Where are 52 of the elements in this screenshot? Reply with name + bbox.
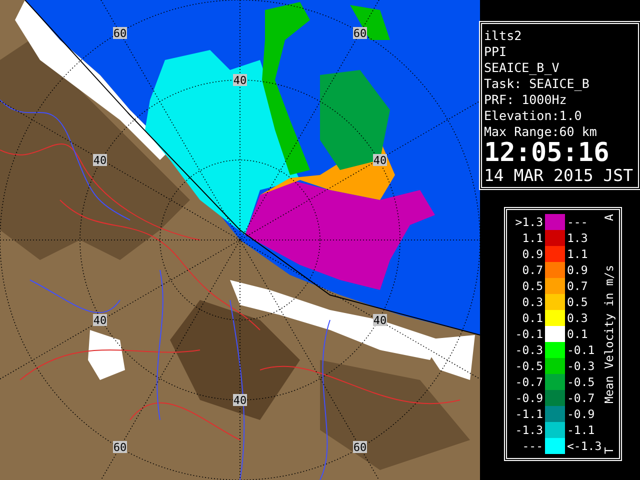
legend-value: -0.1 (514, 327, 544, 341)
legend-value: -1.3 (514, 423, 544, 437)
legend-value: 0.9 (566, 263, 589, 277)
range-label: 60 (113, 441, 127, 454)
info-line: SEAICE_B_V (484, 60, 560, 76)
range-label: 40 (93, 314, 107, 327)
range-label: 60 (353, 27, 367, 40)
legend-value: -0.9 (514, 391, 544, 405)
info-line: Max Range:60 km (484, 124, 598, 140)
legend-value: 1.1 (566, 247, 589, 261)
range-label: 40 (373, 314, 387, 327)
range-label: 60 (353, 441, 367, 454)
info-line: PPI (484, 44, 508, 60)
scan-time: 12:05:16 (484, 140, 610, 166)
legend-value: 1.1 (521, 231, 544, 245)
info-line: Elevation:1.0 (484, 108, 583, 124)
legend-value: >1.3 (514, 215, 544, 229)
legend-value: 0.7 (566, 279, 589, 293)
legend-value: 0.5 (521, 279, 544, 293)
legend-value: <-1.3 (566, 439, 601, 453)
legend-value: -0.7 (514, 375, 544, 389)
legend-value: 1.3 (566, 231, 589, 245)
legend-value: 0.3 (566, 311, 589, 325)
legend-value: 0.3 (521, 295, 544, 309)
legend-value: -1.1 (566, 423, 596, 437)
legend-mark: A (602, 214, 616, 221)
legend-title: Mean Velocity in m/s (602, 264, 616, 404)
legend-value: --- (566, 215, 589, 229)
legend-value: -0.7 (566, 391, 596, 405)
legend-value: -0.3 (566, 359, 596, 373)
legend-value: -0.9 (566, 407, 596, 421)
legend-value: 0.7 (521, 263, 544, 277)
legend-value: --- (521, 439, 544, 453)
scan-date: 14 MAR 2015 JST (484, 166, 634, 186)
range-label: 60 (113, 27, 127, 40)
info-line: ilts2 (484, 28, 523, 44)
legend-value: 0.9 (521, 247, 544, 261)
info-line: Task: SEAICE_B (484, 76, 590, 92)
range-label: 40 (233, 394, 247, 407)
legend-value: -0.1 (566, 343, 596, 357)
legend-value: -0.3 (514, 343, 544, 357)
legend-value: 0.5 (566, 295, 589, 309)
legend-value: 0.1 (521, 311, 544, 325)
legend-value: -1.1 (514, 407, 544, 421)
info-line: PRF: 1000Hz (484, 92, 568, 108)
range-label: 40 (233, 74, 247, 87)
legend-value: 0.1 (566, 327, 589, 341)
range-label: 40 (373, 154, 387, 167)
legend-value: -0.5 (514, 359, 544, 373)
range-label: 40 (93, 154, 107, 167)
legend-mark: T (602, 447, 616, 454)
legend-value: -0.5 (566, 375, 596, 389)
